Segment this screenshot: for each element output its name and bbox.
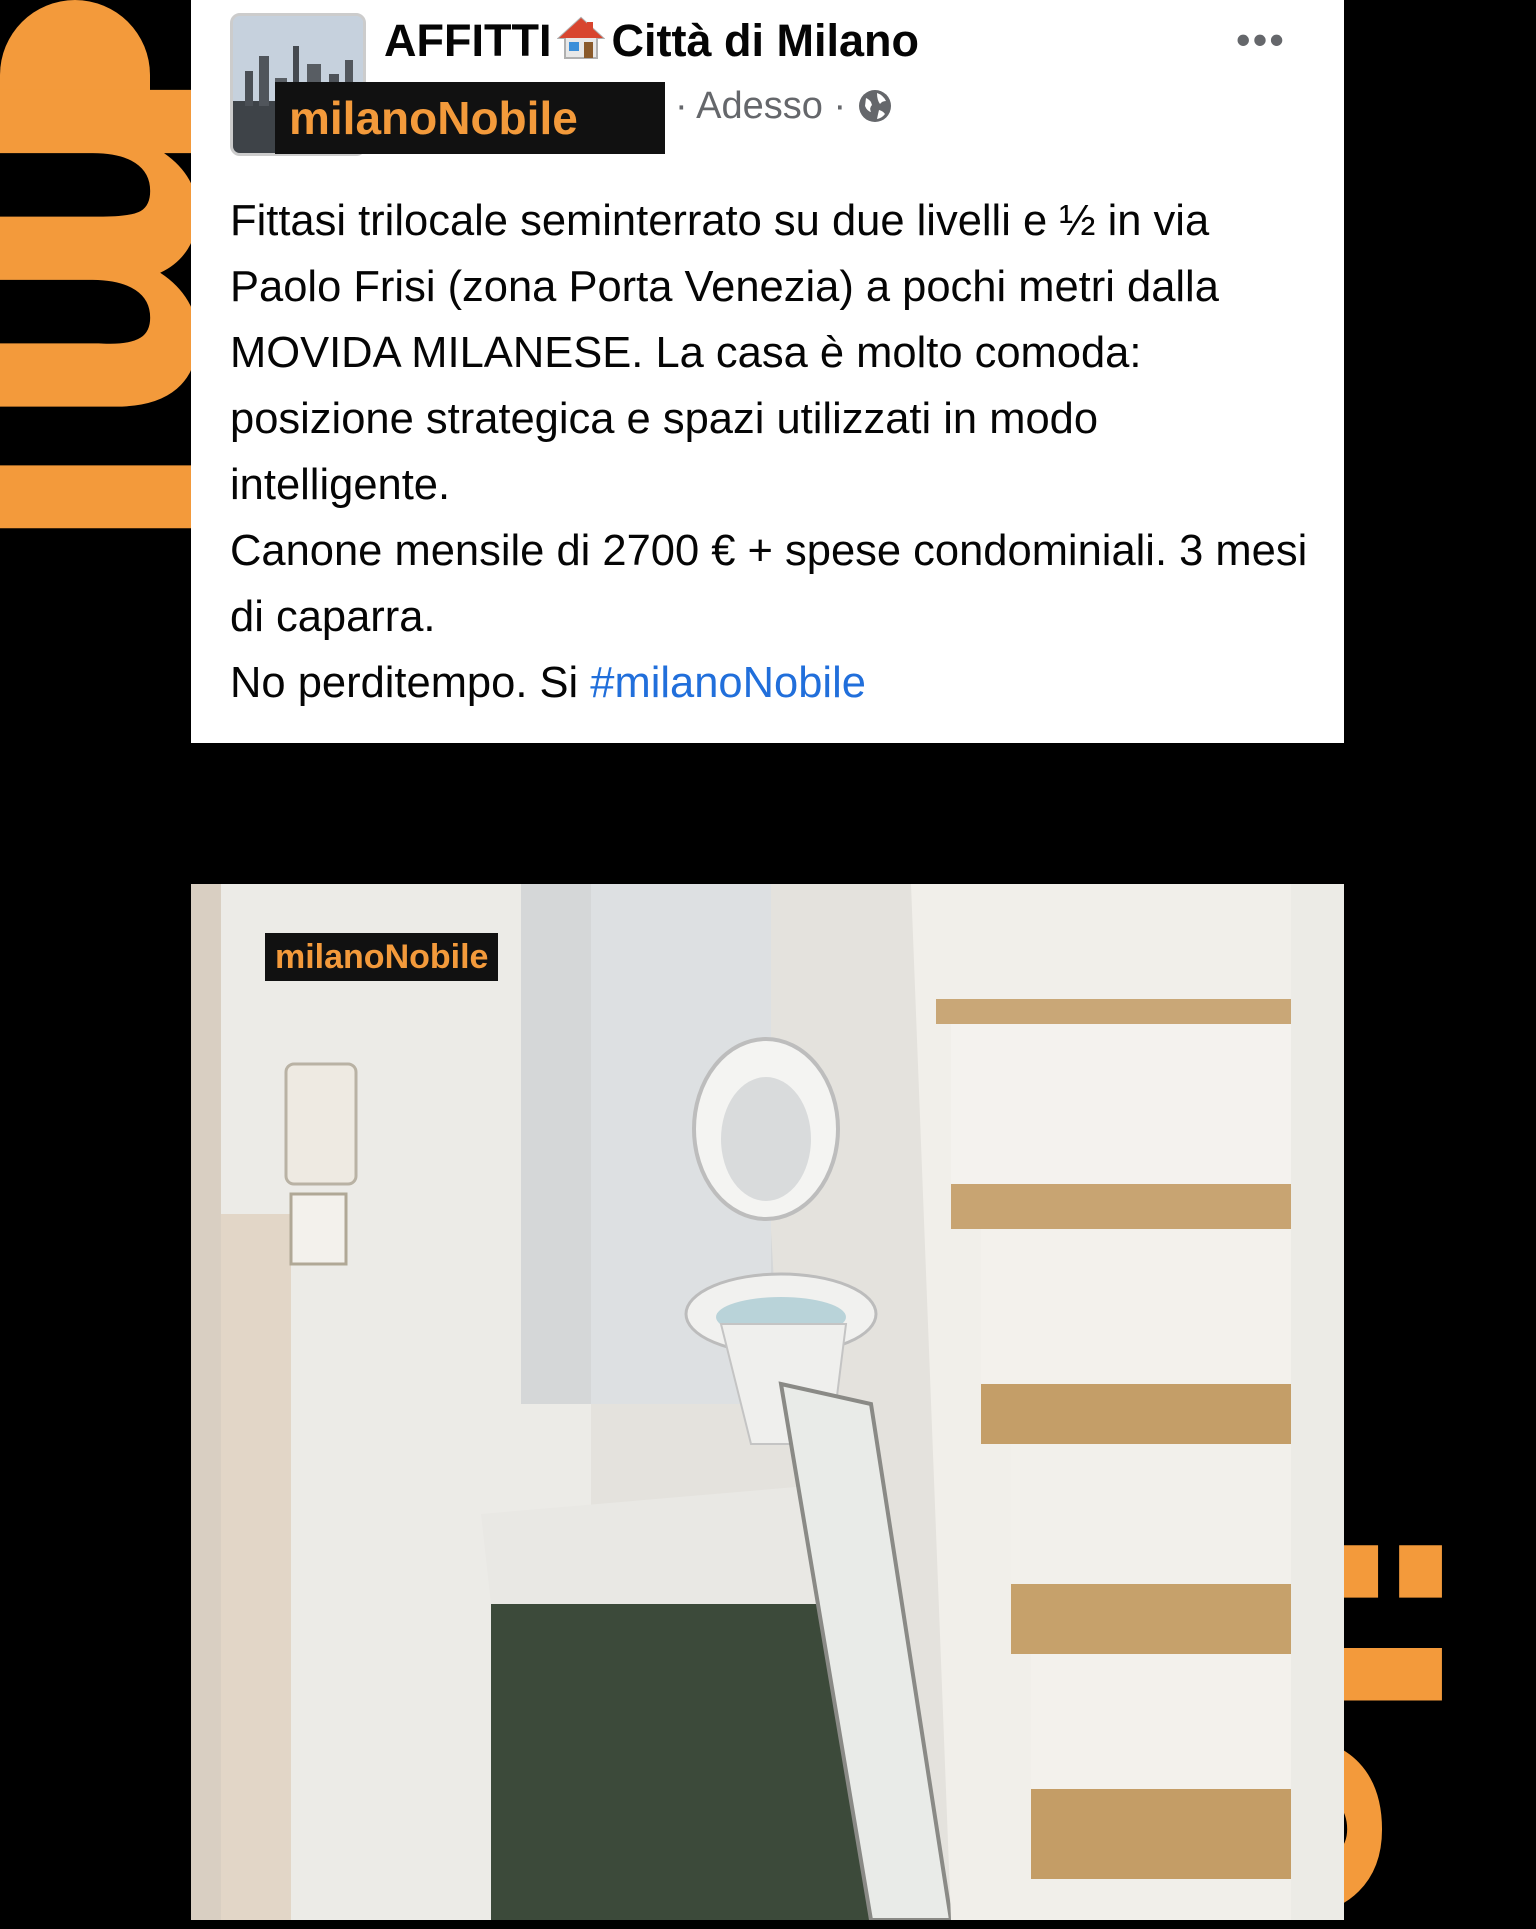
author-name[interactable]: milanoNobile — [275, 82, 665, 154]
group-title[interactable]: AFFITTI Città di Milano — [384, 14, 919, 73]
post-paragraph: Canone mensile di 2700 € + spese condomi… — [230, 527, 1308, 641]
post-time[interactable]: Adesso — [696, 85, 823, 127]
post-text: Fittasi trilocale seminterrato su due li… — [230, 188, 1310, 716]
hashtag-link[interactable]: #milanoNobile — [590, 659, 866, 707]
meta-separator: · — [833, 85, 847, 127]
meta-separator: · — [675, 85, 688, 127]
post-photo[interactable]: milanoNobile — [191, 884, 1344, 1920]
globe-icon — [857, 88, 893, 134]
post-last-line-text: No perditempo. Si — [230, 659, 579, 707]
house-icon — [556, 14, 607, 73]
group-title-part-1[interactable]: AFFITTI — [384, 15, 551, 66]
post-card: AFFITTI Città di Milano milanoNobile · A… — [191, 0, 1344, 743]
stairs-toilet-illustration — [191, 884, 1344, 1920]
post-last-line: No perditempo. Si #milanoNobile — [230, 650, 1310, 716]
group-title-part-2[interactable]: Città di Milano — [611, 15, 919, 66]
post-paragraph: Fittasi trilocale seminterrato su due li… — [230, 197, 1219, 509]
more-options-button[interactable]: ••• — [1236, 19, 1286, 61]
post-meta: · Adesso · — [675, 85, 893, 134]
photo-watermark-tag: milanoNobile — [265, 933, 499, 981]
